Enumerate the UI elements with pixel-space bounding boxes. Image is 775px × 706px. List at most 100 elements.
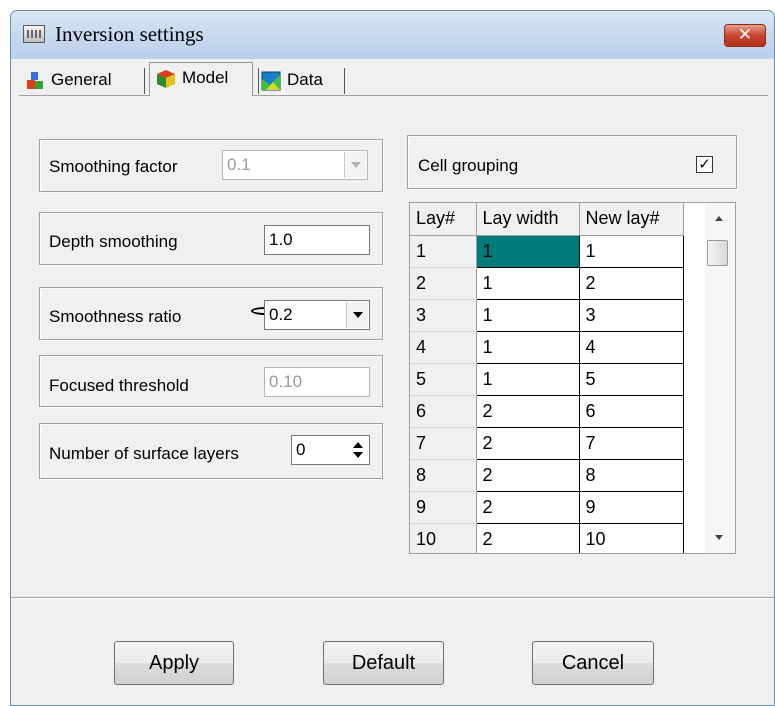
depth-smoothing-input[interactable]: 1.0	[264, 225, 370, 255]
close-icon: ✕	[737, 25, 753, 44]
column-header: New lay#	[579, 203, 684, 236]
window-title: Inversion settings	[55, 22, 204, 46]
table-cell-selected[interactable]: 1	[476, 235, 580, 268]
table-row: 111	[410, 235, 684, 268]
table-cell[interactable]: 2	[476, 427, 580, 460]
table-cell[interactable]: 1	[579, 235, 684, 268]
tab-data[interactable]: Data	[255, 66, 323, 96]
table-cell[interactable]: 10	[579, 523, 684, 553]
layer-table: Lay# Lay width New lay# 111 212 313 414 …	[410, 203, 684, 553]
table-cell[interactable]: 5	[579, 363, 684, 396]
table-cell[interactable]: 1	[476, 331, 580, 364]
smoothing-factor-select[interactable]: 0.1	[222, 150, 368, 180]
table-cell[interactable]: 6	[579, 395, 684, 428]
layer-grid[interactable]: Lay# Lay width New lay# 111 212 313 414 …	[409, 202, 736, 554]
focused-threshold-input[interactable]: 0.10	[264, 367, 370, 397]
cancel-button[interactable]: Cancel	[532, 641, 654, 685]
row-header: 3	[410, 299, 477, 332]
chevron-down-icon	[353, 312, 363, 318]
spinner-buttons[interactable]	[348, 437, 368, 463]
dropdown-button[interactable]	[344, 152, 366, 178]
table-row: 10 2 10	[410, 523, 684, 553]
apply-button[interactable]: Apply	[114, 641, 234, 685]
table-cell[interactable]: 3	[579, 299, 684, 332]
model-icon	[157, 70, 175, 88]
smoothing-factor-value: 0.1	[227, 155, 251, 174]
row-header: 6	[410, 395, 477, 428]
cell-grouping-label: Cell grouping	[418, 156, 519, 175]
column-header: Lay#	[410, 203, 477, 236]
vertical-scrollbar[interactable]	[705, 203, 735, 553]
depth-smoothing-label: Depth smoothing	[49, 232, 178, 251]
table-row: 626	[410, 395, 684, 428]
tab-divider	[344, 68, 345, 94]
focused-threshold-group: Focused threshold 0.10	[39, 355, 383, 407]
tab-panel-border	[19, 95, 768, 96]
inversion-settings-dialog: Inversion settings ✕ General Model Data …	[10, 10, 775, 706]
table-cell[interactable]: 2	[476, 459, 580, 492]
smoothness-ratio-value: 0.2	[269, 305, 293, 324]
table-cell[interactable]: 2	[476, 523, 580, 553]
spin-up-icon[interactable]	[353, 442, 363, 448]
table-cell[interactable]: 1	[476, 267, 580, 300]
table-cell[interactable]: 2	[476, 395, 580, 428]
tab-divider	[144, 68, 145, 94]
smoothing-factor-label: Smoothing factor	[49, 157, 178, 176]
row-header: 4	[410, 331, 477, 364]
scroll-thumb[interactable]	[707, 240, 728, 266]
smoothness-ratio-select[interactable]: 0.2	[264, 300, 370, 330]
smoothing-factor-group: Smoothing factor 0.1	[39, 139, 383, 192]
dropdown-button[interactable]	[346, 302, 368, 328]
dialog-body: General Model Data Smoothing factor 0.1 …	[11, 59, 774, 705]
column-header: Lay width	[476, 203, 580, 236]
table-row: 828	[410, 459, 684, 492]
table-row: 515	[410, 363, 684, 396]
tab-general-label: General	[51, 70, 112, 89]
data-icon	[261, 71, 281, 91]
general-icon	[27, 72, 43, 89]
tab-model[interactable]: Model	[149, 62, 253, 96]
table-cell[interactable]: 8	[579, 459, 684, 492]
tab-data-label: Data	[287, 70, 323, 89]
smoothness-ratio-group: Smoothness ratio 0.2	[39, 287, 383, 340]
table-cell[interactable]: 9	[579, 491, 684, 524]
row-header: 5	[410, 363, 477, 396]
row-header: 9	[410, 491, 477, 524]
surface-layers-label: Number of surface layers	[49, 444, 239, 463]
table-header-row: Lay# Lay width New lay#	[410, 203, 684, 236]
default-button[interactable]: Default	[323, 641, 444, 685]
tab-general[interactable]: General	[19, 66, 111, 96]
surface-layers-value: 0	[296, 440, 306, 459]
scroll-up-icon[interactable]	[715, 216, 723, 221]
footer-separator	[11, 597, 774, 599]
focused-threshold-value: 0.10	[269, 372, 303, 391]
table-cell[interactable]: 1	[476, 299, 580, 332]
table-row: 414	[410, 331, 684, 364]
row-header: 8	[410, 459, 477, 492]
row-header: 10	[410, 523, 477, 553]
surface-layers-spinner[interactable]: 0	[291, 435, 370, 465]
table-row: 727	[410, 427, 684, 460]
close-button[interactable]: ✕	[724, 24, 766, 47]
spin-down-icon[interactable]	[353, 452, 363, 458]
smoothness-ratio-label: Smoothness ratio	[49, 307, 182, 326]
table-cell[interactable]: 2	[579, 267, 684, 300]
tab-model-label: Model	[182, 68, 229, 87]
row-header: 7	[410, 427, 477, 460]
table-cell[interactable]: 7	[579, 427, 684, 460]
row-header: 1	[410, 235, 477, 268]
table-cell[interactable]: 4	[579, 331, 684, 364]
title-bar[interactable]: Inversion settings ✕	[11, 11, 774, 59]
depth-smoothing-value: 1.0	[269, 230, 293, 249]
depth-smoothing-group: Depth smoothing 1.0	[39, 212, 383, 265]
check-icon: ✓	[698, 156, 711, 173]
table-cell[interactable]: 2	[476, 491, 580, 524]
cell-grouping-group: Cell grouping ✓	[407, 135, 737, 189]
scroll-down-icon[interactable]	[715, 535, 723, 540]
table-row: 929	[410, 491, 684, 524]
table-cell[interactable]: 1	[476, 363, 580, 396]
table-row: 313	[410, 299, 684, 332]
cell-grouping-checkbox[interactable]: ✓	[696, 156, 713, 173]
surface-layers-group: Number of surface layers 0	[39, 423, 383, 479]
chevron-down-icon	[351, 162, 361, 168]
